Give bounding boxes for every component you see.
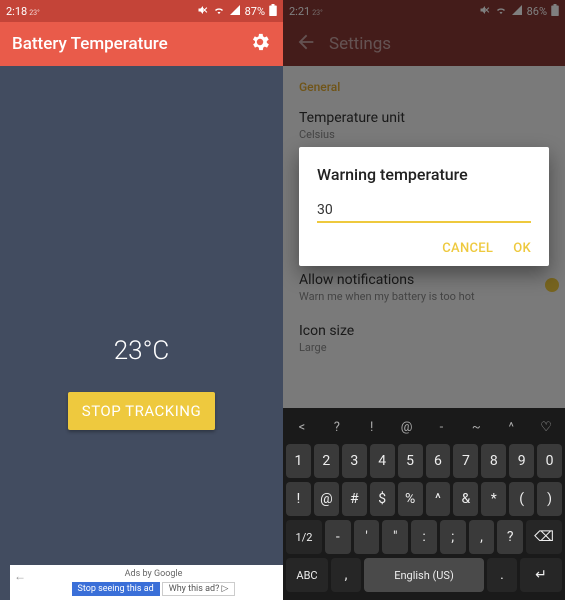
key-4[interactable]: 4 [370,444,395,478]
key-sym[interactable]: ♡ [530,414,562,440]
temperature-display: 23°C [114,336,170,366]
key-0[interactable]: 0 [537,444,562,478]
key-sym[interactable]: , [469,520,495,554]
key-sym[interactable]: ^ [426,482,451,516]
key-sym[interactable]: ~ [460,414,492,440]
wifi-icon [213,4,225,19]
phone-settings-screen: 2:21 23° 86% Settings Ge [283,0,565,600]
signal-icon [229,4,241,19]
key-sym[interactable]: ( [509,482,534,516]
key-5[interactable]: 5 [398,444,423,478]
stop-tracking-button[interactable]: STOP TRACKING [68,392,215,430]
key-2[interactable]: 2 [314,444,339,478]
keyboard-number-row: 1 2 3 4 5 6 7 8 9 0 [286,444,562,478]
ok-button[interactable]: OK [513,241,531,256]
key-sym[interactable]: % [398,482,423,516]
ad-banner: ← Ads by Google Stop seeing this ad Why … [10,565,283,600]
battery-percent: 87% [245,5,265,18]
app-title: Battery Temperature [12,34,168,54]
key-3[interactable]: 3 [342,444,367,478]
main-content: 23°C STOP TRACKING ← Ads by Google Stop … [0,66,283,600]
key-sym[interactable]: ! [286,482,311,516]
key-sym[interactable]: # [342,482,367,516]
key-sym[interactable]: @ [314,482,339,516]
app-bar: Battery Temperature [0,22,283,66]
warning-temperature-dialog: Warning temperature CANCEL OK [299,147,549,266]
key-sym[interactable]: ! [356,414,388,440]
ad-back-icon[interactable]: ← [14,569,26,583]
ad-why-button[interactable]: Why this ad? ▷ [162,582,236,596]
status-time: 2:18 [6,5,27,18]
key-9[interactable]: 9 [509,444,534,478]
status-bar: 2:18 23° 87% [0,0,283,22]
key-sym[interactable]: - [325,520,351,554]
key-backspace[interactable]: ⌫ [526,520,562,554]
key-abc[interactable]: ABC [286,558,328,592]
key-spacebar[interactable]: English (US) [364,558,484,592]
status-temp-mini: 23° [29,9,39,17]
key-sym[interactable]: : [411,520,437,554]
key-sym[interactable]: ? [321,414,353,440]
key-period[interactable]: . [487,558,517,592]
keyboard-symbol-row-2: 1/2 - ' " : ; , ? ⌫ [286,520,562,554]
ad-stop-button[interactable]: Stop seeing this ad [72,582,160,596]
mute-icon [197,4,209,19]
key-sym[interactable]: ^ [495,414,527,440]
key-sym[interactable]: - [426,414,458,440]
key-sym[interactable]: ) [537,482,562,516]
key-sym[interactable]: @ [391,414,423,440]
keyboard-bottom-row: ABC , English (US) . ↵ [286,558,562,592]
battery-icon [269,4,277,19]
keyboard-suggestion-row: < ? ! @ - ~ ^ ♡ [286,414,562,440]
key-sym[interactable]: $ [370,482,395,516]
ad-header: Ads by Google [125,569,183,579]
cancel-button[interactable]: CANCEL [442,241,493,256]
phone-main-screen: 2:18 23° 87% Battery Temperature 23°C [0,0,283,600]
key-7[interactable]: 7 [453,444,478,478]
key-page-toggle[interactable]: 1/2 [286,520,322,554]
key-comma[interactable]: , [331,558,361,592]
keyboard-symbol-row: ! @ # $ % ^ & * ( ) [286,482,562,516]
key-1[interactable]: 1 [286,444,311,478]
key-sym[interactable]: ; [440,520,466,554]
soft-keyboard: < ? ! @ - ~ ^ ♡ 1 2 3 4 5 6 7 8 9 0 ! @ … [283,408,565,600]
key-sym[interactable]: " [382,520,408,554]
warning-temperature-input[interactable] [317,196,531,223]
key-sym[interactable]: ' [354,520,380,554]
key-sym[interactable]: < [286,414,318,440]
key-enter[interactable]: ↵ [520,558,562,592]
dialog-title: Warning temperature [317,165,531,184]
key-sym[interactable]: ? [497,520,523,554]
key-6[interactable]: 6 [426,444,451,478]
settings-gear-icon[interactable] [249,31,271,57]
key-sym[interactable]: * [481,482,506,516]
key-sym[interactable]: & [453,482,478,516]
key-8[interactable]: 8 [481,444,506,478]
